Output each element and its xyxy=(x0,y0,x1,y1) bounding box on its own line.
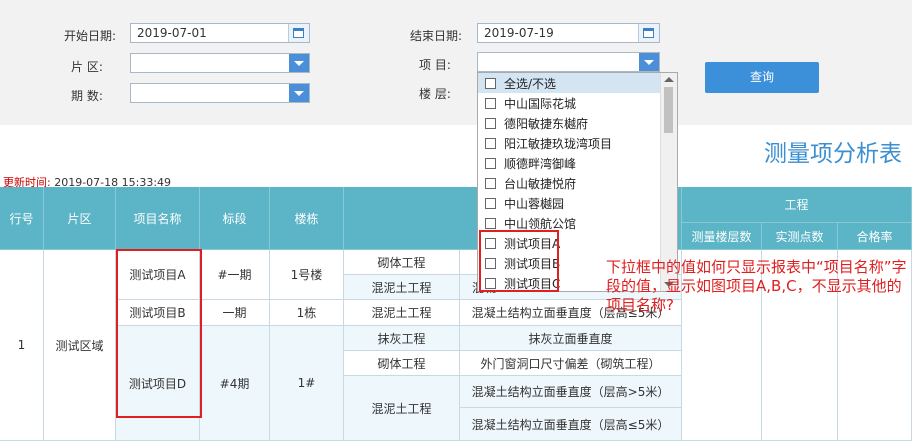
cell-item: 外门窗洞口尺寸偏差（砌筑工程） xyxy=(460,351,682,376)
period-select[interactable] xyxy=(130,83,310,103)
area-label: 片 区: xyxy=(71,60,103,74)
project-label: 项 目: xyxy=(419,58,451,72)
cell-building: 1# xyxy=(270,326,344,441)
cell-category: 砌体工程 xyxy=(344,351,460,376)
cell-category: 抹灰工程 xyxy=(344,326,460,351)
dropdown-option[interactable]: 台山敏捷悦府 xyxy=(478,173,662,193)
dropdown-option[interactable]: 德阳敏捷东樾府 xyxy=(478,113,662,133)
header-measured-floors: 测量楼层数 xyxy=(682,223,762,250)
cell-item: 混凝土结构立面垂直度（层高≤5米） xyxy=(460,408,682,441)
header-area: 片区 xyxy=(44,187,116,250)
floor-label: 楼 层: xyxy=(419,87,451,101)
option-label: 中山领航公馆 xyxy=(504,216,577,231)
cell-section: #一期 xyxy=(200,250,270,300)
scrollbar-thumb[interactable] xyxy=(664,87,673,133)
highlight-box xyxy=(116,249,202,418)
dropdown-option[interactable]: 中山国际花城 xyxy=(478,93,662,113)
cell-building: 1栋 xyxy=(270,300,344,326)
chevron-down-icon[interactable] xyxy=(639,53,659,71)
checkbox[interactable] xyxy=(485,217,496,229)
period-label: 期 数: xyxy=(71,89,103,103)
project-select[interactable] xyxy=(477,52,660,72)
options-highlight-box xyxy=(479,230,559,292)
start-date-value: 2019-07-01 xyxy=(137,26,207,40)
header-building: 楼栋 xyxy=(270,187,344,250)
option-label: 台山敏捷悦府 xyxy=(504,176,577,191)
header-project-name: 项目名称 xyxy=(116,187,200,250)
cell-row-no: 1 xyxy=(0,250,44,441)
dropdown-option-select-all[interactable]: 全选/不选 xyxy=(478,73,662,93)
calendar-icon[interactable] xyxy=(288,24,309,42)
checkbox[interactable] xyxy=(485,197,496,209)
option-label: 阳江敏捷玖珑湾项目 xyxy=(504,136,613,151)
option-label: 顺德畔湾御峰 xyxy=(504,156,577,171)
cell-item: 混凝土结构立面垂直度（层高>5米） xyxy=(460,376,682,408)
start-date-field[interactable]: 2019-07-01 xyxy=(130,23,310,43)
header-row-no: 行号 xyxy=(0,187,44,250)
filter-panel: 开始日期: 2019-07-01 片 区: 期 数: 结束日期: 2019-07… xyxy=(0,0,912,125)
checkbox[interactable] xyxy=(485,157,496,169)
end-date-value: 2019-07-19 xyxy=(484,26,554,40)
checkbox[interactable] xyxy=(485,97,496,109)
start-date-label: 开始日期: xyxy=(64,29,117,43)
chevron-down-icon[interactable] xyxy=(289,54,309,72)
cell-section: 一期 xyxy=(200,300,270,326)
cell-item: 抹灰立面垂直度 xyxy=(460,326,682,351)
page-title: 测量项分析表 xyxy=(764,141,902,167)
option-label: 中山国际花城 xyxy=(504,96,577,111)
cell-category: 砌体工程 xyxy=(344,250,460,275)
cell-category: 混泥土工程 xyxy=(344,300,460,326)
dropdown-option[interactable]: 中山蓉樾园 xyxy=(478,193,662,213)
scroll-up-icon[interactable] xyxy=(664,77,674,82)
checkbox[interactable] xyxy=(485,137,496,149)
option-label: 德阳敏捷东樾府 xyxy=(504,116,589,131)
option-label: 中山蓉樾园 xyxy=(504,196,565,211)
checkbox[interactable] xyxy=(485,177,496,189)
query-button[interactable]: 查询 xyxy=(705,62,819,93)
header-measured-points: 实测点数 xyxy=(762,223,838,250)
option-label: 全选/不选 xyxy=(504,76,557,91)
annotation-text: 下拉框中的值如何只显示报表中“项目名称”字段的值，显示如图项目A,B,C，不显示… xyxy=(606,258,907,314)
header-section: 标段 xyxy=(200,187,270,250)
chevron-down-icon[interactable] xyxy=(289,84,309,102)
end-date-field[interactable]: 2019-07-19 xyxy=(477,23,660,43)
header-pass-rate: 合格率 xyxy=(838,223,912,250)
checkbox[interactable] xyxy=(485,117,496,129)
calendar-icon[interactable] xyxy=(638,24,659,42)
cell-building: 1号楼 xyxy=(270,250,344,300)
cell-area: 测试区域 xyxy=(44,250,116,441)
end-date-label: 结束日期: xyxy=(410,29,463,43)
cell-category: 混泥土工程 xyxy=(344,275,460,300)
cell-category: 混泥土工程 xyxy=(344,376,460,441)
cell-section: #4期 xyxy=(200,326,270,441)
dropdown-option[interactable]: 阳江敏捷玖珑湾项目 xyxy=(478,133,662,153)
checkbox[interactable] xyxy=(485,77,496,89)
area-select[interactable] xyxy=(130,53,310,73)
header-engineering: 工程 xyxy=(682,187,912,223)
dropdown-option[interactable]: 顺德畔湾御峰 xyxy=(478,153,662,173)
